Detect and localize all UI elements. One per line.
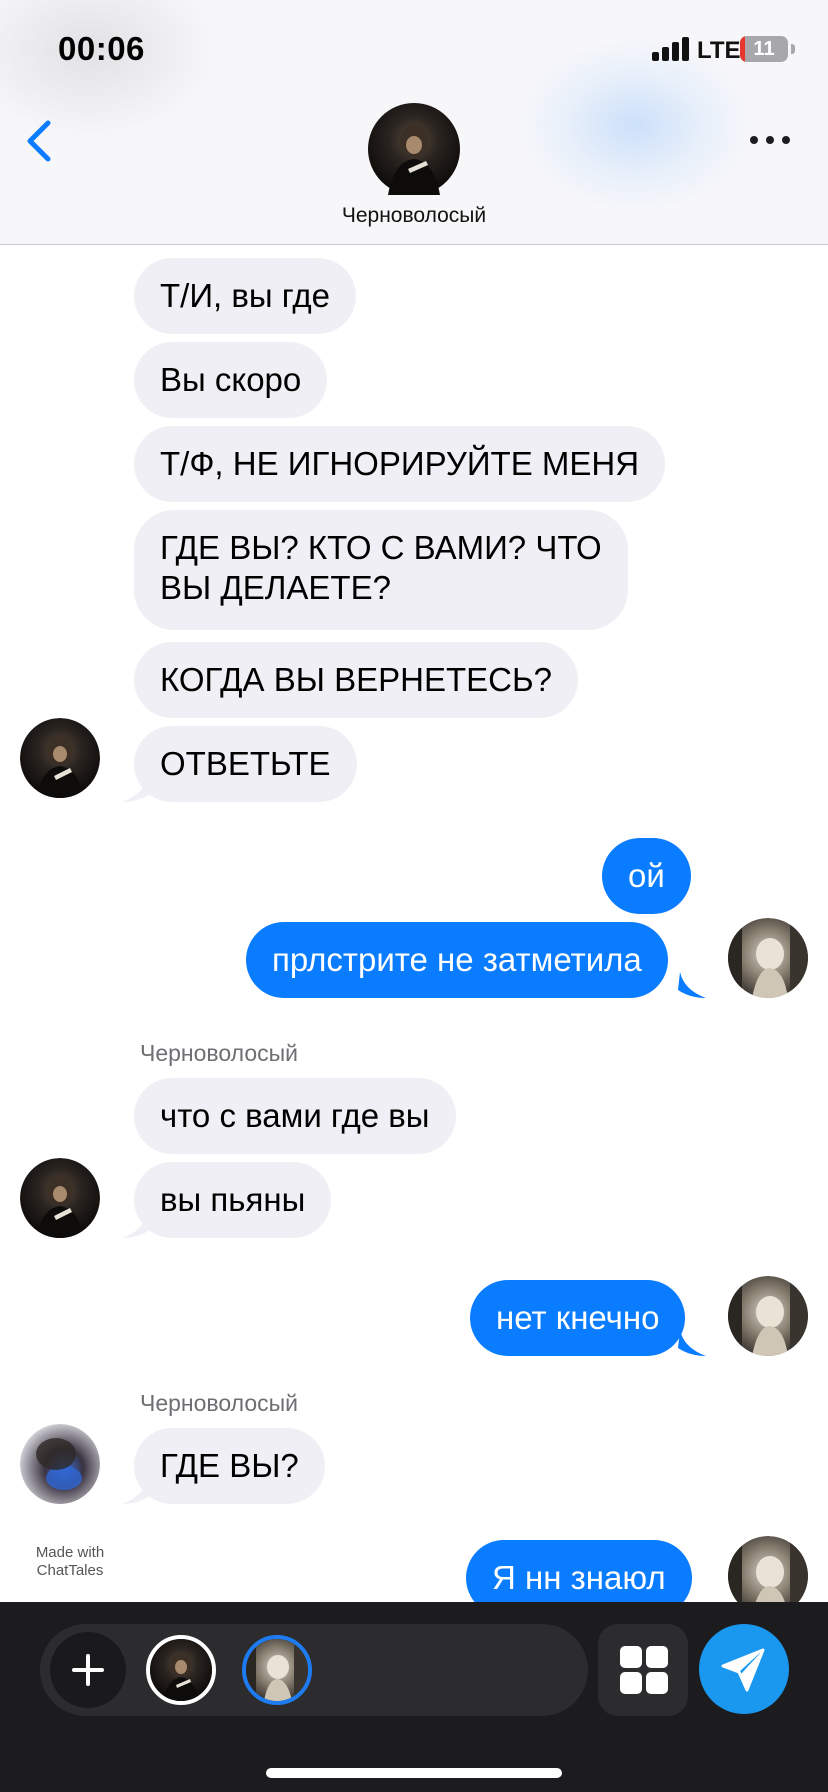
battery-level: 11 (753, 38, 775, 60)
incoming-message[interactable]: ОТВЕТЬТЕ (134, 726, 357, 802)
grid-icon[interactable] (598, 1624, 688, 1716)
outgoing-message[interactable]: прлстрите не затметила (246, 922, 668, 998)
status-time: 00:06 (58, 30, 145, 67)
watermark: Made with ChatTales (20, 1544, 120, 1580)
incoming-message[interactable]: что с вами где вы (134, 1078, 456, 1154)
outgoing-message[interactable]: Я нн знаюл (466, 1540, 692, 1602)
bubble-tail (122, 1478, 150, 1504)
outgoing-message[interactable]: ой (602, 838, 691, 914)
message-list[interactable]: Т/И, вы где Вы скоро Т/Ф, НЕ ИГНОРИРУЙТЕ… (0, 246, 828, 1602)
incoming-message[interactable]: Т/Ф, НЕ ИГНОРИРУЙТЕ МЕНЯ (134, 426, 666, 502)
contact-avatar[interactable] (20, 1158, 100, 1238)
watermark-line: Made with (35, 1544, 105, 1561)
outgoing-message[interactable]: нет кнечно (470, 1280, 686, 1356)
more-horizontal-icon[interactable] (746, 126, 794, 154)
battery-icon: 11 (740, 36, 788, 62)
user-avatar[interactable] (728, 918, 808, 998)
incoming-message[interactable]: ГДЕ ВЫ? (134, 1428, 325, 1504)
character-selector[interactable] (40, 1624, 588, 1716)
bubble-tail (122, 1212, 150, 1238)
sender-name: Черноволосый (140, 1040, 299, 1066)
signal-icon (652, 37, 690, 61)
home-indicator (266, 1768, 562, 1778)
contact-avatar[interactable] (368, 103, 460, 195)
character-avatar-user[interactable] (242, 1635, 312, 1705)
user-avatar[interactable] (728, 1536, 808, 1602)
chevron-left-icon[interactable] (22, 118, 58, 164)
contact-name[interactable]: Черноволосый (0, 204, 828, 228)
bubble-tail (678, 972, 706, 998)
incoming-message[interactable]: ГДЕ ВЫ? КТО С ВАМИ? ЧТО ВЫ ДЕЛАЕТЕ? (134, 510, 628, 630)
plus-icon[interactable] (50, 1632, 126, 1708)
background-blur (520, 40, 750, 210)
incoming-message[interactable]: вы пьяны (134, 1162, 332, 1238)
battery-tip (791, 44, 795, 54)
bubble-tail (122, 776, 150, 802)
sender-name: Черноволосый (140, 1390, 299, 1416)
character-avatar-contact[interactable] (146, 1635, 216, 1705)
incoming-message[interactable]: Вы скоро (134, 342, 328, 418)
contact-avatar[interactable] (20, 1424, 100, 1504)
incoming-message[interactable]: Т/И, вы где (134, 258, 356, 334)
bubble-tail (678, 1330, 706, 1356)
composer-bar (0, 1602, 828, 1792)
send-icon[interactable] (699, 1624, 789, 1714)
contact-avatar[interactable] (20, 718, 100, 798)
incoming-message[interactable]: КОГДА ВЫ ВЕРНЕТЕСЬ? (134, 642, 578, 718)
network-type: LTE (697, 37, 741, 64)
watermark-line: ChatTales (36, 1562, 104, 1579)
chat-header: 00:06 LTE 11 Черноволосый (0, 0, 828, 245)
user-avatar[interactable] (728, 1276, 808, 1356)
